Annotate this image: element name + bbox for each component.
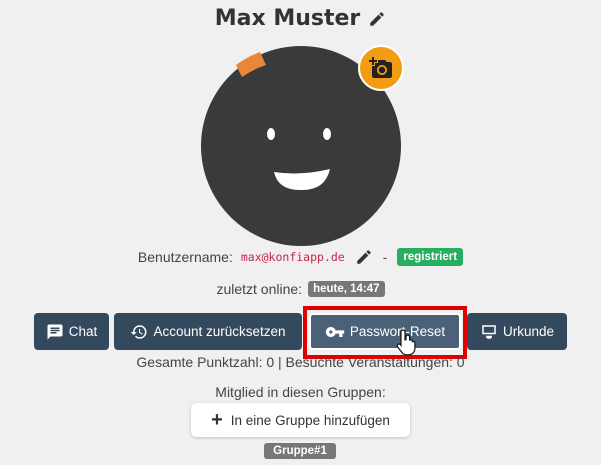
change-photo-button[interactable] [358, 45, 404, 91]
certificate-button[interactable]: Urkunde [467, 313, 567, 350]
highlight-annotation [303, 306, 467, 359]
hand-cursor-icon [396, 329, 416, 356]
stats-summary: Gesamte Punktzahl: 0 | Besuchte Veransta… [136, 354, 465, 370]
username-value: max@konfiapp.de [240, 250, 345, 264]
chat-button[interactable]: Chat [34, 313, 109, 350]
group-badge[interactable]: Gruppe#1 [264, 443, 336, 459]
separator: - [382, 249, 388, 265]
certificate-icon [482, 324, 496, 339]
reset-account-label: Account zurücksetzen [153, 324, 286, 339]
profile-name: Max Muster [214, 6, 361, 31]
status-badge: registriert [397, 248, 464, 266]
edit-username-pencil-icon[interactable] [355, 248, 373, 266]
last-online-badge: heute, 14:47 [308, 281, 385, 297]
add-photo-icon [369, 57, 392, 78]
profile-header: Max Muster [0, 6, 601, 31]
username-label: Benutzername: [137, 249, 233, 265]
chat-icon [47, 324, 63, 339]
add-to-group-label: In eine Gruppe hinzufügen [230, 412, 390, 428]
reset-account-button[interactable]: Account zurücksetzen [114, 313, 302, 350]
avatar [200, 45, 404, 247]
last-online-label: zuletzt online: [216, 281, 303, 297]
add-to-group-button[interactable]: + In eine Gruppe hinzufügen [191, 403, 410, 437]
plus-icon: + [211, 409, 223, 431]
groups-label: Mitglied in diesen Gruppen: [215, 384, 386, 400]
chat-label: Chat [68, 324, 98, 339]
last-online-row: zuletzt online: heute, 14:47 [0, 281, 601, 297]
edit-name-pencil-icon[interactable] [368, 10, 386, 28]
username-row: Benutzername: max@konfiapp.de - registri… [0, 248, 601, 266]
certificate-label: Urkunde [502, 324, 555, 339]
history-icon [131, 324, 147, 339]
